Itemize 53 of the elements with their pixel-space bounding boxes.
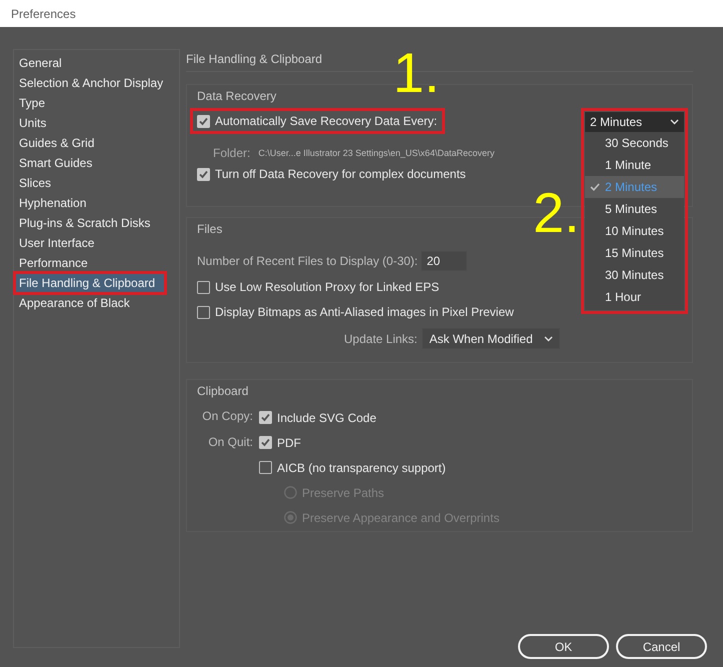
sidebar-item[interactable]: Slices: [15, 173, 165, 193]
group-title: Files: [197, 221, 222, 237]
checkbox-label: PDF: [277, 436, 301, 450]
group-title: Clipboard: [197, 383, 248, 399]
checkbox-label: Display Bitmaps as Anti-Aliased images in Pixel Preview: [215, 305, 514, 319]
interval-dropdown[interactable]: 2 Minutes: [585, 112, 684, 132]
sidebar-item[interactable]: Selection & Anchor Display: [15, 73, 165, 93]
chevron-down-icon: [544, 336, 554, 342]
dialog-button[interactable]: OK: [518, 634, 609, 659]
field-label: Update Links:: [344, 332, 418, 346]
dialog-button[interactable]: Cancel: [616, 634, 707, 659]
checkbox-label: Automatically Save Recovery Data Every:: [215, 114, 438, 128]
sidebar-item[interactable]: File Handling & Clipboard: [15, 273, 165, 293]
menu-item[interactable]: 1 Hour: [585, 286, 684, 308]
sidebar-item[interactable]: Appearance of Black: [15, 293, 165, 313]
menu-item[interactable]: 10 Minutes: [585, 220, 684, 242]
sidebar-item[interactable]: User Interface: [15, 233, 165, 253]
menu-item[interactable]: 1 Minute: [585, 154, 684, 176]
sidebar-item[interactable]: Plug-ins & Scratch Disks: [15, 213, 165, 233]
sidebar-item[interactable]: Guides & Grid: [15, 133, 165, 153]
field-label: On Quit:: [207, 434, 253, 451]
field-label: On Copy:: [201, 408, 253, 425]
checkbox[interactable]: [259, 436, 272, 449]
number-field[interactable]: 20: [420, 251, 467, 271]
sidebar-item[interactable]: General: [15, 53, 165, 73]
checkbox[interactable]: [259, 411, 272, 424]
folder-label: Folder:: [213, 146, 250, 160]
checkbox[interactable]: [197, 168, 210, 180]
folder-path: C:\User...e Illustrator 23 Settings\en_US\x64\DataRecovery: [258, 148, 494, 158]
chevron-down-icon: [670, 119, 679, 125]
checkbox-label: Use Low Resolution Proxy for Linked EPS: [215, 280, 440, 294]
checkbox[interactable]: [259, 461, 272, 474]
sidebar-item[interactable]: Type: [15, 93, 165, 113]
checkbox[interactable]: [197, 114, 210, 128]
group-title: Data Recovery: [197, 88, 276, 104]
sidebar-item[interactable]: Performance: [15, 253, 165, 273]
menu-item[interactable]: 15 Minutes: [585, 242, 684, 264]
checkbox[interactable]: [197, 306, 210, 318]
field-label: Number of Recent Files to Display (0-30):: [197, 254, 418, 268]
menu-item[interactable]: 30 Minutes: [585, 264, 684, 286]
checkmark-icon: [590, 183, 600, 191]
menu-item[interactable]: 5 Minutes: [585, 198, 684, 220]
annotation-number: 2.: [533, 185, 580, 241]
checkbox-label: Turn off Data Recovery for complex documents: [215, 167, 466, 181]
checkbox-label: AICB (no transparency support): [277, 460, 446, 474]
menu-item[interactable]: 30 Seconds: [585, 132, 684, 154]
checkbox[interactable]: [197, 280, 210, 294]
sidebar-item[interactable]: Units: [15, 113, 165, 133]
checkbox-label: Include SVG Code: [277, 410, 376, 424]
sidebar-item[interactable]: Smart Guides: [15, 153, 165, 173]
update-links-dropdown[interactable]: Ask When Modified: [422, 328, 560, 349]
sidebar-item[interactable]: Hyphenation: [15, 193, 165, 213]
window-title: Preferences: [11, 6, 76, 20]
